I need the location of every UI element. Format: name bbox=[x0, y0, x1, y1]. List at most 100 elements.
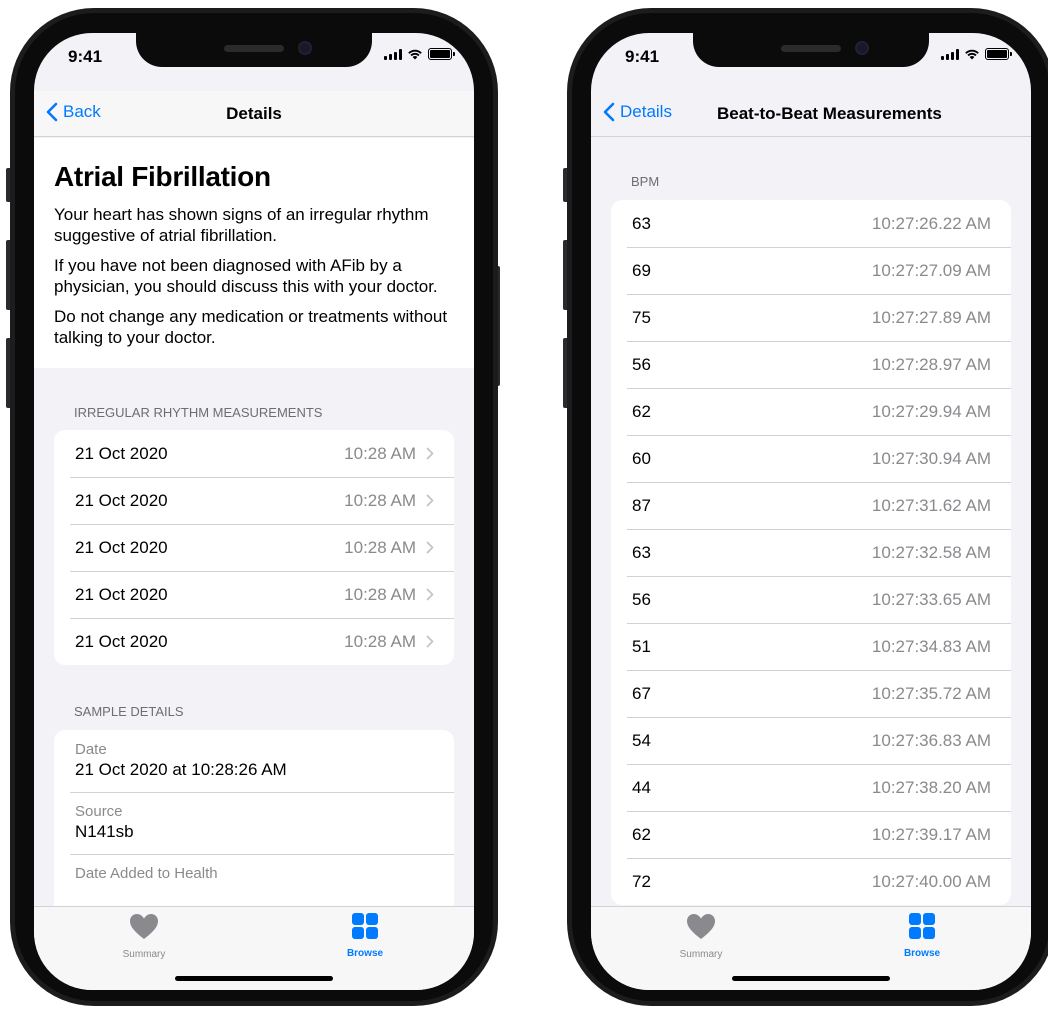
navigation-bar: Back Details bbox=[34, 91, 474, 137]
wifi-icon bbox=[408, 49, 422, 60]
irregular-rhythm-header: IRREGULAR RHYTHM MEASUREMENTS bbox=[74, 405, 323, 420]
bpm-value: 87 bbox=[632, 495, 651, 515]
bpm-row: 56 10:27:33.65 AM bbox=[611, 576, 1011, 623]
back-button-label: Details bbox=[620, 102, 672, 121]
beat-timestamp: 10:27:27.89 AM bbox=[871, 307, 991, 327]
bpm-value: 54 bbox=[632, 730, 651, 750]
measurement-date: 21 Oct 2020 bbox=[75, 490, 168, 510]
heart-icon bbox=[687, 914, 715, 939]
bpm-header: BPM bbox=[631, 174, 660, 189]
beat-timestamp: 10:27:33.65 AM bbox=[871, 589, 991, 609]
tab-browse-label: Browse bbox=[346, 948, 384, 959]
info-paragraph: If you have not been diagnosed with AFib… bbox=[54, 256, 438, 296]
bpm-value: 51 bbox=[632, 636, 651, 656]
detail-label: Source bbox=[75, 803, 123, 820]
tab-browse[interactable]: Browse bbox=[867, 913, 977, 959]
beat-timestamp: 10:27:40.00 AM bbox=[871, 871, 991, 891]
bpm-row: 67 10:27:35.72 AM bbox=[611, 670, 1011, 717]
measurement-time: 10:28 AM bbox=[344, 443, 416, 463]
nav-title: Beat-to-Beat Measurements bbox=[717, 104, 942, 123]
irregular-rhythm-list: 21 Oct 2020 10:28 AM 21 Oct 2020 10:28 A… bbox=[54, 430, 454, 665]
tab-browse-label: Browse bbox=[903, 948, 941, 959]
beat-timestamp: 10:27:28.97 AM bbox=[871, 354, 991, 374]
beat-content[interactable]: BPM 63 10:27:26.22 AM 69 10:27:27.09 AM 75 10… bbox=[591, 138, 1031, 906]
bpm-row: 56 10:27:28.97 AM bbox=[611, 341, 1011, 388]
status-time: 9:41 bbox=[625, 47, 660, 66]
battery-icon bbox=[428, 48, 455, 60]
bpm-value: 67 bbox=[632, 683, 651, 703]
info-paragraph: Your heart has shown signs of an irregul… bbox=[54, 205, 429, 245]
tab-summary-label: Summary bbox=[122, 949, 166, 960]
notch bbox=[693, 33, 929, 67]
sample-details-list: Date 21 Oct 2020 at 10:28:26 AM Source N… bbox=[54, 730, 454, 906]
measurement-date: 21 Oct 2020 bbox=[75, 584, 168, 604]
notch bbox=[136, 33, 372, 67]
back-button[interactable]: Details bbox=[603, 102, 672, 122]
tab-browse[interactable]: Browse bbox=[310, 913, 420, 959]
detail-value: N141sb bbox=[75, 822, 134, 841]
measurement-row[interactable]: 21 Oct 2020 10:28 AM bbox=[54, 430, 454, 477]
tab-summary[interactable]: Summary bbox=[646, 913, 756, 960]
bpm-row: 62 10:27:39.17 AM bbox=[611, 811, 1011, 858]
bpm-row: 62 10:27:29.94 AM bbox=[611, 388, 1011, 435]
front-camera bbox=[298, 41, 312, 55]
chevron-right-icon bbox=[426, 635, 434, 648]
bpm-value: 60 bbox=[632, 448, 651, 468]
tab-bar: Summary Browse bbox=[34, 906, 474, 990]
bpm-row: 63 10:27:26.22 AM bbox=[611, 200, 1011, 247]
bpm-value: 56 bbox=[632, 589, 651, 609]
beat-timestamp: 10:27:36.83 AM bbox=[871, 730, 991, 750]
bpm-row: 69 10:27:27.09 AM bbox=[611, 247, 1011, 294]
beat-timestamp: 10:27:35.72 AM bbox=[871, 683, 991, 703]
sample-details-header: SAMPLE DETAILS bbox=[74, 704, 184, 719]
screen: 9:41 Back Details Atrial Fibrillation Yo… bbox=[34, 33, 474, 990]
measurement-row[interactable]: 21 Oct 2020 10:28 AM bbox=[54, 477, 454, 524]
bpm-value: 72 bbox=[632, 871, 651, 891]
front-camera bbox=[855, 41, 869, 55]
measurement-row[interactable]: 21 Oct 2020 10:28 AM bbox=[54, 524, 454, 571]
tab-summary-label: Summary bbox=[679, 949, 723, 960]
status-bar: 9:41 bbox=[34, 33, 474, 91]
nav-title: Details bbox=[226, 104, 282, 123]
detail-value: 21 Oct 2020 at 10:28:26 AM bbox=[75, 760, 287, 779]
home-indicator[interactable] bbox=[175, 976, 333, 981]
home-indicator[interactable] bbox=[732, 976, 890, 981]
afib-heading: Atrial Fibrillation bbox=[54, 161, 271, 192]
bpm-value: 44 bbox=[632, 777, 651, 797]
speaker bbox=[781, 45, 841, 52]
tab-summary[interactable]: Summary bbox=[89, 913, 199, 960]
measurement-row[interactable]: 21 Oct 2020 10:28 AM bbox=[54, 571, 454, 618]
bpm-value: 75 bbox=[632, 307, 651, 327]
speaker bbox=[224, 45, 284, 52]
status-time: 9:41 bbox=[68, 47, 103, 66]
bpm-row: 75 10:27:27.89 AM bbox=[611, 294, 1011, 341]
beat-timestamp: 10:27:32.58 AM bbox=[871, 542, 991, 562]
measurement-date: 21 Oct 2020 bbox=[75, 537, 168, 557]
measurement-date: 21 Oct 2020 bbox=[75, 631, 168, 651]
measurement-row[interactable]: 21 Oct 2020 10:28 AM bbox=[54, 618, 454, 665]
beat-list: 63 10:27:26.22 AM 69 10:27:27.09 AM 75 10:27:… bbox=[611, 200, 1011, 905]
detail-row-date: Date 21 Oct 2020 at 10:28:26 AM bbox=[54, 730, 454, 792]
beat-timestamp: 10:27:29.94 AM bbox=[871, 401, 991, 421]
navigation-bar: Details Beat-to-Beat Measurements bbox=[591, 91, 1031, 137]
detail-label: Date bbox=[75, 741, 107, 758]
bpm-row: 87 10:27:31.62 AM bbox=[611, 482, 1011, 529]
detail-label: Date Added to Health bbox=[75, 865, 218, 882]
cellular-signal-icon bbox=[941, 48, 959, 60]
chevron-left-icon bbox=[603, 102, 615, 122]
beat-timestamp: 10:27:27.09 AM bbox=[871, 260, 991, 280]
beat-timestamp: 10:27:39.17 AM bbox=[871, 824, 991, 844]
grid-icon bbox=[352, 913, 378, 939]
bpm-row: 60 10:27:30.94 AM bbox=[611, 435, 1011, 482]
beat-timestamp: 10:27:31.62 AM bbox=[871, 495, 991, 515]
tab-bar: Summary Browse bbox=[591, 906, 1031, 990]
measurement-date: 21 Oct 2020 bbox=[75, 443, 168, 463]
chevron-right-icon bbox=[426, 447, 434, 460]
beat-timestamp: 10:27:26.22 AM bbox=[871, 213, 991, 233]
detail-row-date-added: Date Added to Health bbox=[54, 854, 454, 906]
chevron-right-icon bbox=[426, 541, 434, 554]
details-content[interactable]: Atrial Fibrillation Your heart has shown… bbox=[34, 138, 474, 906]
wifi-icon bbox=[965, 49, 979, 60]
bpm-row: 72 10:27:40.00 AM bbox=[611, 858, 1011, 905]
bpm-row: 63 10:27:32.58 AM bbox=[611, 529, 1011, 576]
